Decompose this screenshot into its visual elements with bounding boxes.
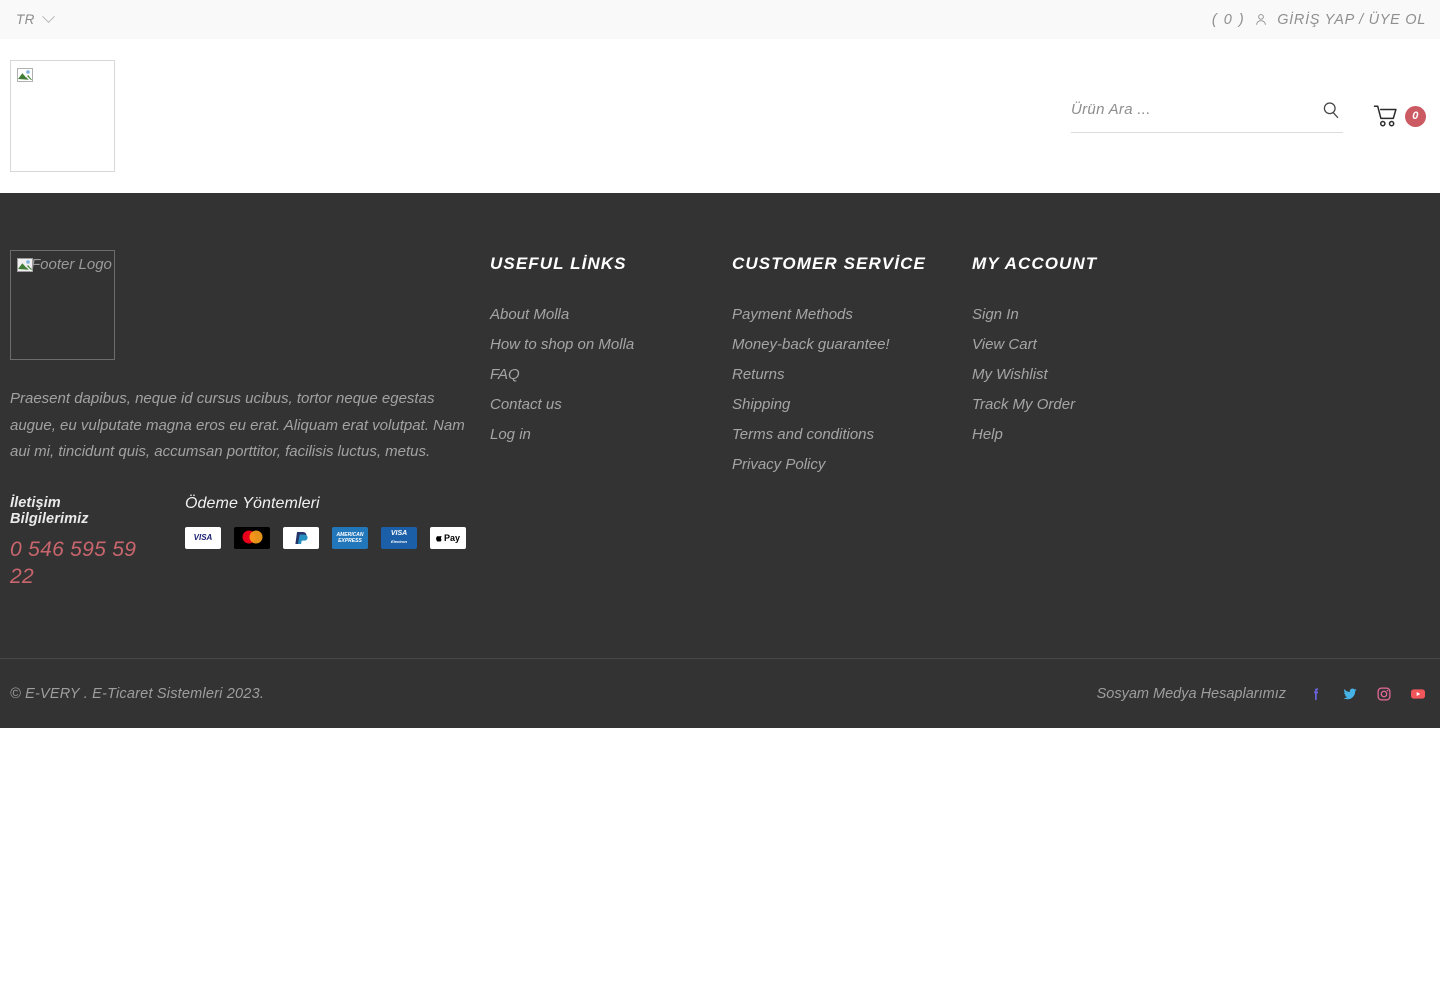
visa-icon: VISA bbox=[185, 526, 221, 549]
paypal-icon bbox=[283, 526, 319, 549]
footer-logo-alt: Footer Logo bbox=[31, 256, 112, 273]
footer-brand-column: Footer Logo Praesent dapibus, neque id c… bbox=[10, 250, 490, 658]
footer-bottom-bar: © E-VERY . E-Ticaret Sistemleri 2023. So… bbox=[0, 658, 1440, 728]
topbar: TR ( 0 ) GİRİŞ YAP / ÜYE OL bbox=[0, 0, 1440, 39]
footer-link-payment-methods[interactable]: Payment Methods bbox=[732, 300, 972, 330]
contact-info-title: İletişim Bilgilerimiz bbox=[10, 494, 89, 527]
footer-link-track-my-order[interactable]: Track My Order bbox=[972, 390, 1232, 420]
site-logo[interactable] bbox=[10, 60, 115, 172]
footer-column-useful-links: USEFUL LİNKS About Molla How to shop on … bbox=[490, 250, 732, 658]
footer-heading: USEFUL LİNKS bbox=[490, 254, 627, 273]
cart-button[interactable]: 0 bbox=[1373, 104, 1426, 128]
footer-link-shipping[interactable]: Shipping bbox=[732, 390, 972, 420]
language-selector[interactable]: TR bbox=[16, 10, 55, 27]
footer-link-contact-us[interactable]: Contact us bbox=[490, 390, 732, 420]
footer-link-privacy-policy[interactable]: Privacy Policy bbox=[732, 450, 972, 480]
paypal-mark bbox=[295, 531, 308, 544]
footer-contact-row: İletişim Bilgilerimiz 0 546 595 59 22 Öd… bbox=[10, 495, 466, 590]
cart-count-badge: 0 bbox=[1405, 105, 1426, 127]
footer-link-about-molla[interactable]: About Molla bbox=[490, 300, 732, 330]
site-footer: Footer Logo Praesent dapibus, neque id c… bbox=[0, 193, 1440, 728]
social-media-group: Sosyam Medya Hesaplarımız bbox=[1097, 686, 1426, 702]
apple-logo-icon bbox=[436, 535, 442, 542]
footer-column-my-account: MY ACCOUNT Sign In View Cart My Wishlist… bbox=[972, 250, 1232, 658]
search-icon bbox=[1323, 101, 1339, 118]
chevron-down-icon bbox=[41, 10, 55, 24]
visa-electron-icon: VISA Electron bbox=[381, 526, 417, 549]
instagram-icon[interactable] bbox=[1376, 686, 1392, 702]
footer-main: Footer Logo Praesent dapibus, neque id c… bbox=[0, 193, 1440, 658]
person-icon[interactable] bbox=[1254, 12, 1268, 27]
wishlist-count[interactable]: ( 0 ) bbox=[1212, 12, 1245, 28]
payment-methods-title: Ödeme Yöntemleri bbox=[185, 494, 320, 512]
footer-link-sign-in[interactable]: Sign In bbox=[972, 300, 1232, 330]
broken-image-icon bbox=[17, 68, 33, 82]
footer-link-money-back[interactable]: Money-back guarantee! bbox=[732, 330, 972, 360]
american-express-icon: AMERICAN EXPRESS bbox=[332, 526, 368, 549]
footer-about-text: Praesent dapibus, neque id cursus ucibus… bbox=[10, 390, 465, 460]
search-button[interactable] bbox=[1319, 100, 1343, 120]
footer-link-view-cart[interactable]: View Cart bbox=[972, 330, 1232, 360]
footer-link-log-in[interactable]: Log in bbox=[490, 420, 732, 450]
facebook-icon[interactable] bbox=[1308, 686, 1324, 702]
mastercard-icon bbox=[234, 526, 270, 549]
shopping-cart-icon bbox=[1373, 105, 1397, 127]
footer-link-terms[interactable]: Terms and conditions bbox=[732, 420, 972, 450]
topbar-actions: ( 0 ) GİRİŞ YAP / ÜYE OL bbox=[1212, 12, 1426, 28]
language-label: TR bbox=[16, 12, 35, 27]
footer-column-customer-service: CUSTOMER SERVİCE Payment Methods Money-b… bbox=[732, 250, 972, 658]
youtube-icon[interactable] bbox=[1410, 686, 1426, 702]
search-input[interactable] bbox=[1071, 101, 1319, 118]
footer-link-help[interactable]: Help bbox=[972, 420, 1232, 450]
mastercard-circles bbox=[242, 530, 263, 543]
contact-phone[interactable]: 0 546 595 59 22 bbox=[10, 536, 140, 590]
contact-info-block: İletişim Bilgilerimiz 0 546 595 59 22 bbox=[10, 495, 140, 590]
header-actions: 0 bbox=[1071, 100, 1426, 133]
footer-link-returns[interactable]: Returns bbox=[732, 360, 972, 390]
footer-logo[interactable]: Footer Logo bbox=[10, 250, 115, 360]
footer-link-my-wishlist[interactable]: My Wishlist bbox=[972, 360, 1232, 390]
login-register-link[interactable]: GİRİŞ YAP / ÜYE OL bbox=[1277, 12, 1426, 28]
apple-pay-icon: Pay bbox=[430, 526, 466, 549]
copyright-text: © E-VERY . E-Ticaret Sistemleri 2023. bbox=[10, 685, 265, 702]
twitter-icon[interactable] bbox=[1342, 686, 1358, 702]
search-box[interactable] bbox=[1071, 100, 1343, 133]
footer-link-how-to-shop[interactable]: How to shop on Molla bbox=[490, 330, 732, 360]
site-header: 0 bbox=[0, 39, 1440, 193]
footer-link-faq[interactable]: FAQ bbox=[490, 360, 732, 390]
footer-heading: MY ACCOUNT bbox=[972, 254, 1098, 273]
social-media-label: Sosyam Medya Hesaplarımız bbox=[1096, 685, 1286, 702]
footer-heading: CUSTOMER SERVİCE bbox=[732, 254, 926, 273]
payment-icons: VISA AMERICAN EXPRESS VISA Electron Pay bbox=[185, 526, 466, 549]
payment-methods-block: Ödeme Yöntemleri VISA AMERICAN EXPRESS V… bbox=[185, 495, 466, 590]
